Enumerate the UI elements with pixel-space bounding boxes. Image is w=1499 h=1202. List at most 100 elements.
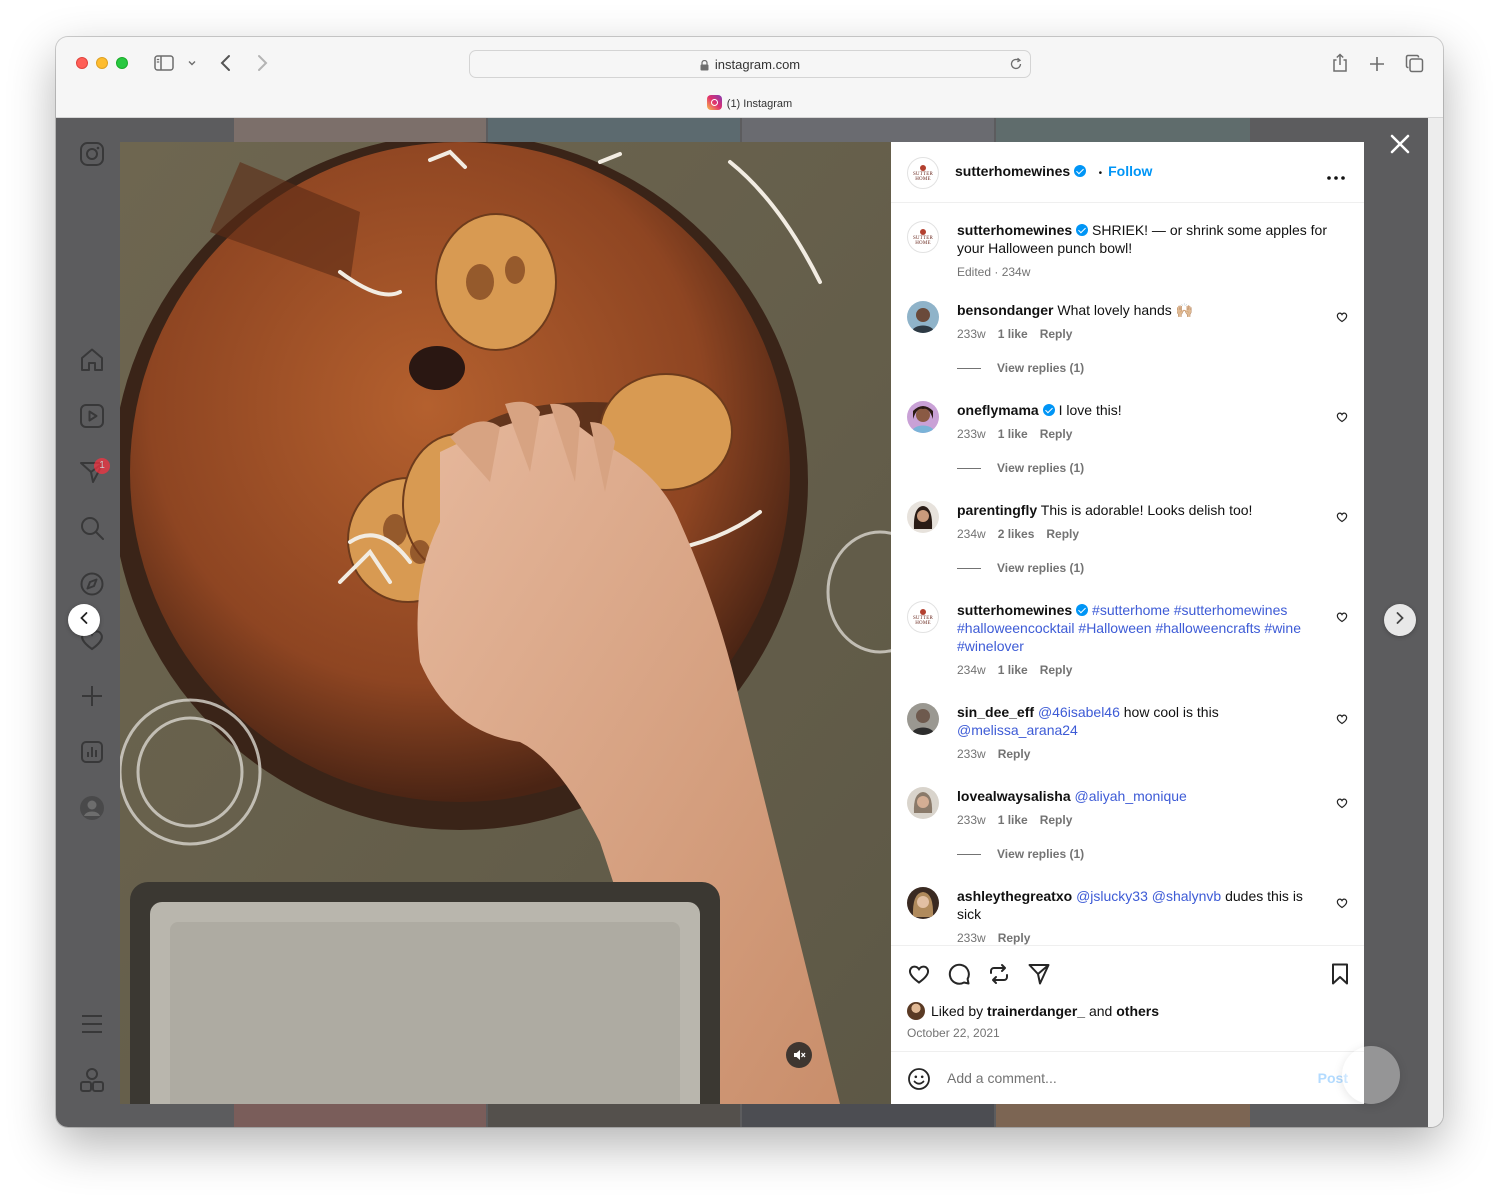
profile-avatar[interactable] [78,794,106,822]
comment-text: how cool is this [1123,704,1219,720]
share-icon[interactable] [1027,962,1051,986]
emoji-icon[interactable] [907,1067,931,1091]
chevron-down-icon[interactable] [186,57,198,69]
commenter-avatar[interactable] [907,703,939,735]
share-icon[interactable] [1330,51,1350,75]
reply-button[interactable]: Reply [998,747,1031,761]
post-date: October 22, 2021 [907,1026,1000,1040]
comments-list[interactable]: SUTTER HOME sutterhomewines SHRIEK! — or… [891,203,1364,945]
like-comment-heart-icon[interactable] [1336,712,1348,725]
messages-bubble[interactable] [1342,1046,1400,1104]
minimize-window-button[interactable] [96,57,108,69]
page-scrollbar[interactable] [1428,118,1443,1127]
post-caption: SUTTER HOME sutterhomewines SHRIEK! — or… [907,221,1348,301]
reply-button[interactable]: Reply [1040,813,1073,827]
close-window-button[interactable] [76,57,88,69]
search-icon[interactable] [78,514,106,542]
author-username[interactable]: sutterhomewines [955,163,1070,179]
comment-likes[interactable]: 1 like [998,427,1028,441]
comment-mention[interactable]: @jslucky33 [1076,888,1148,904]
comment-likes[interactable]: 2 likes [998,527,1035,541]
comment-username[interactable]: lovealwaysalisha [957,788,1071,804]
reply-button[interactable]: Reply [1046,527,1079,541]
liked-others[interactable]: others [1116,1003,1159,1019]
reply-button[interactable]: Reply [1040,663,1073,677]
comment-likes[interactable]: 1 like [998,663,1028,677]
tab-instagram[interactable]: (1) Instagram [56,95,1443,117]
comment-username[interactable]: parentingfly [957,502,1037,518]
close-modal-button[interactable] [1387,131,1413,157]
new-tab-icon[interactable] [1366,53,1388,75]
comment-username[interactable]: sin_dee_eff [957,704,1034,720]
view-replies-button[interactable]: View replies (1) [957,561,1084,575]
author-avatar[interactable]: SUTTER HOME [907,221,939,253]
comment-likes[interactable]: 1 like [998,813,1028,827]
commenter-avatar[interactable]: SUTTER HOME [907,601,939,633]
tab-overview-icon[interactable] [1403,52,1425,74]
mute-icon[interactable] [786,1042,812,1068]
menu-icon[interactable] [78,1010,106,1038]
comment-item: bensondanger What lovely hands 🙌🏼 233w 1 … [907,301,1348,391]
reply-button[interactable]: Reply [1040,427,1073,441]
address-bar[interactable]: instagram.com [469,50,1031,78]
comment-mention[interactable]: @shalynvb [1152,888,1221,904]
explore-icon[interactable] [78,570,106,598]
reply-button[interactable]: Reply [998,931,1031,945]
tab-title: (1) Instagram [726,98,793,110]
comment-mention[interactable]: @melissa_arana24 [957,722,1078,738]
like-comment-heart-icon[interactable] [1336,410,1348,423]
comment-mention[interactable]: @46isabel46 [1038,704,1120,720]
reload-icon[interactable] [1008,56,1024,72]
save-bookmark-icon[interactable] [1328,962,1352,986]
like-comment-heart-icon[interactable] [1336,310,1348,323]
reply-button[interactable]: Reply [1040,327,1073,341]
comment-username[interactable]: sutterhomewines [957,602,1072,618]
comment-meta: 234w 2 likes Reply [957,525,1327,543]
back-arrow-icon[interactable] [216,53,236,73]
follow-button[interactable]: Follow [1108,163,1152,179]
chevron-right-icon [1395,611,1405,630]
like-heart-icon[interactable] [907,962,931,986]
zoom-window-button[interactable] [116,57,128,69]
view-replies-button[interactable]: View replies (1) [957,361,1084,375]
home-icon[interactable] [78,346,106,374]
commenter-avatar[interactable] [907,501,939,533]
sidebar-toggle-icon[interactable] [152,53,176,73]
commenter-avatar[interactable] [907,301,939,333]
more-options-icon[interactable] [1326,168,1346,180]
repost-icon[interactable] [987,962,1011,986]
like-comment-heart-icon[interactable] [1336,796,1348,809]
post-video[interactable] [120,142,891,1104]
liked-user[interactable]: trainerdanger_ [987,1003,1085,1019]
comment-meta: 233w Reply [957,929,1327,945]
forward-arrow-icon[interactable] [252,53,272,73]
view-replies-button[interactable]: View replies (1) [957,847,1084,861]
previous-post-button[interactable] [68,604,100,636]
commenter-avatar[interactable] [907,787,939,819]
comment-mention[interactable]: @aliyah_monique [1075,788,1187,804]
comment-icon[interactable] [947,962,971,986]
like-comment-heart-icon[interactable] [1336,510,1348,523]
logo-text-bottom: HOME [915,620,931,626]
commenter-avatar[interactable] [907,887,939,919]
reels-icon[interactable] [78,402,106,430]
comment-username[interactable]: oneflymama [957,402,1039,418]
comment-likes[interactable]: 1 like [998,327,1028,341]
like-comment-heart-icon[interactable] [1336,896,1348,909]
comment-body: bensondanger What lovely hands 🙌🏼 233w 1 … [957,301,1327,343]
view-replies-button[interactable]: View replies (1) [957,461,1084,475]
commenter-avatar[interactable] [907,401,939,433]
create-icon[interactable] [78,682,106,710]
comment-input[interactable]: Add a comment... [947,1070,1057,1086]
next-post-button[interactable] [1384,604,1416,636]
comment-body: sutterhomewines #sutterhome #sutterhomew… [957,601,1327,679]
dashboard-icon[interactable] [78,738,106,766]
comment-text: I love this! [1058,402,1122,418]
instagram-logo-icon[interactable] [78,140,106,168]
author-avatar[interactable]: SUTTER HOME [907,157,939,189]
like-comment-heart-icon[interactable] [1336,610,1348,623]
comment-username[interactable]: bensondanger [957,302,1053,318]
caption-username[interactable]: sutterhomewines [957,222,1072,238]
threads-icon[interactable] [78,1066,106,1094]
comment-username[interactable]: ashleythegreatxo [957,888,1072,904]
